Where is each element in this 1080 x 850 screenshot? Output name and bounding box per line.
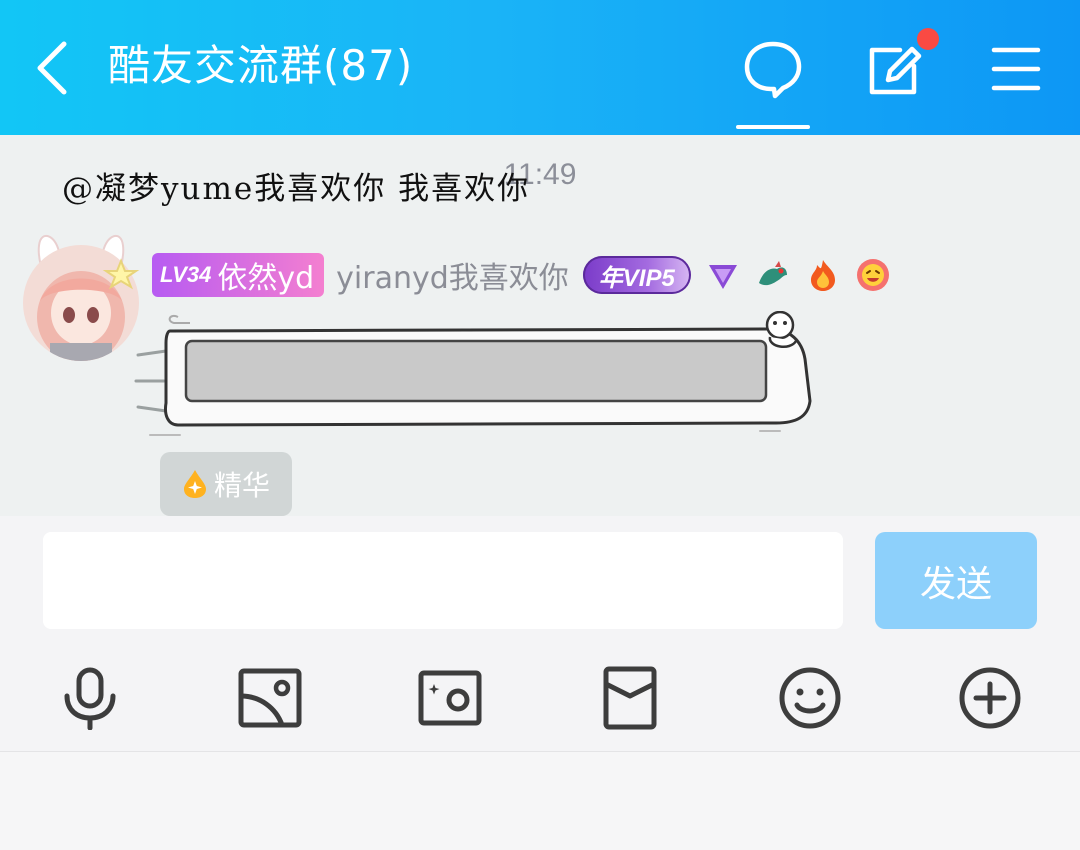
emoji-icon[interactable] (778, 666, 842, 730)
plus-circle-icon[interactable] (958, 666, 1022, 730)
page-title: 酷友交流群(87) (108, 41, 414, 90)
bottom-panel (0, 752, 1080, 850)
camera-icon[interactable] (418, 666, 482, 730)
sender-nickname[interactable]: yiranyd我喜欢你 (336, 253, 569, 297)
notification-dot (917, 28, 939, 50)
menu-icon[interactable] (988, 38, 1050, 100)
sender-info: LV34 依然yd yiranyd我喜欢你 年VIP5 (152, 251, 891, 299)
vip-badge: 年VIP5 (582, 256, 691, 294)
red-packet-icon[interactable] (598, 666, 662, 730)
back-arrow-icon[interactable] (30, 38, 80, 98)
chat-bubble-icon[interactable] (742, 38, 804, 100)
avatar[interactable] (20, 231, 142, 361)
essence-button[interactable]: 精华 (160, 452, 292, 516)
microphone-icon[interactable] (58, 666, 122, 730)
level-badge: LV34 依然yd (152, 253, 325, 297)
chat-area[interactable]: 11:49 LV34 依然yd yiranyd我喜欢你 年VIP5 @凝梦yum… (0, 135, 1080, 516)
level-name: 依然yd (217, 261, 315, 296)
dragon-medal-icon (758, 261, 787, 286)
send-button[interactable]: 发送 (875, 532, 1037, 629)
essence-drop-icon (183, 470, 206, 498)
sticker-medal-icon (856, 259, 889, 291)
compose-icon[interactable] (864, 38, 926, 100)
triangle-medal-icon (708, 265, 737, 289)
active-tab-indicator (736, 125, 810, 129)
composer: 发送 (0, 516, 1080, 752)
top-bar: 酷友交流群(87) (0, 0, 1080, 135)
image-icon[interactable] (238, 666, 302, 730)
level-number: LV34 (160, 262, 212, 287)
message-text[interactable]: @凝梦yume我喜欢你 我喜欢你 (62, 169, 630, 209)
message-input[interactable] (43, 532, 843, 629)
fire-medal-icon (810, 260, 835, 291)
essence-label: 精华 (213, 469, 270, 502)
message-bubble-frame (134, 311, 812, 436)
